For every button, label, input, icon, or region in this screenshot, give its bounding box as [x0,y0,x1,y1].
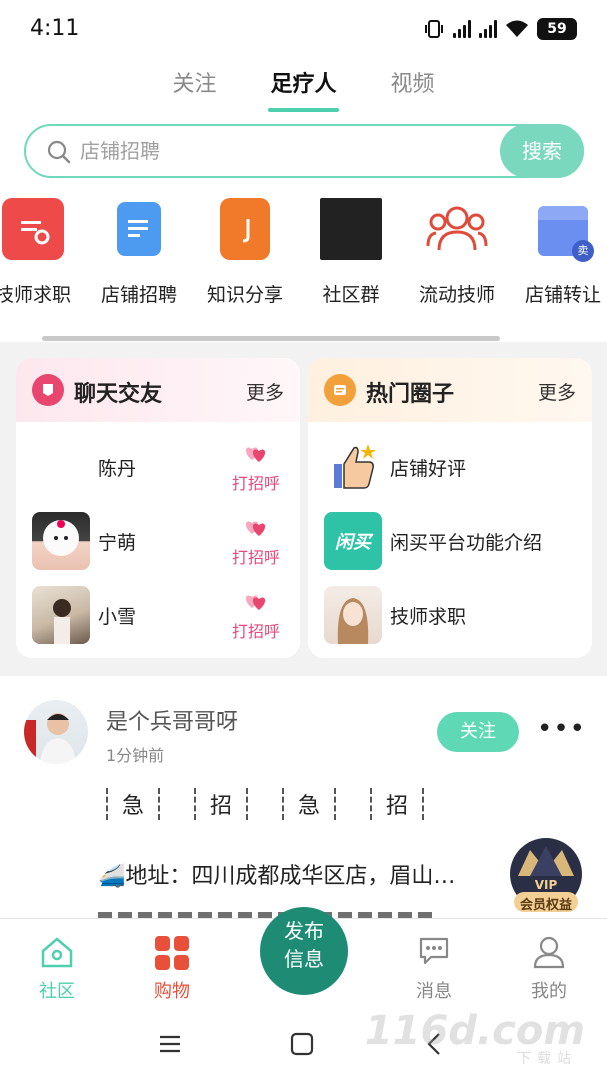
avatar [32,512,90,570]
chat-card-header: 聊天交友 更多 [16,358,300,422]
follow-button[interactable]: 关注 [437,712,519,752]
category-label: 知识分享 [206,284,283,306]
chat-card: 聊天交友 更多 陈丹 打招呼 宁萌 打招呼 小雪 打招呼 [16,358,300,658]
nav-community[interactable]: 社区 [17,935,97,1003]
category-job-seeking[interactable]: 技师求职 [0,198,86,314]
nav-shopping[interactable]: 购物 [132,935,212,1003]
list-item[interactable]: 闲买 闲买平台功能介绍 [308,510,592,572]
user-name: 宁萌 [98,532,137,554]
signal-icon-2 [479,20,497,38]
category-mobile-therapist[interactable]: 流动技师 [404,198,510,314]
hearts-icon [245,595,266,610]
post-tags: 急 招 急 招 [106,788,425,820]
document-icon [117,202,161,256]
chat-icon [32,374,64,406]
category-label: 技师求职 [0,284,71,306]
category-shop-transfer[interactable]: 卖 店铺转让 [510,198,607,314]
search-bar: 搜索 [24,124,584,178]
wifi-icon [506,20,528,37]
list-item[interactable]: 技师求职 [308,584,592,646]
category-knowledge[interactable]: 知识分享 [192,198,298,314]
vip-badge-text: VIP [534,878,558,892]
thumbs-up-icon [324,438,382,496]
bottom-nav: 社区 购物 发布 信息 消息 我的 [0,907,607,1014]
tab-video[interactable]: 视频 [391,68,435,112]
category-shop-recruit[interactable]: 店铺招聘 [86,198,192,314]
more-icon[interactable]: ••• [537,714,586,744]
greet-button[interactable]: 打招呼 [228,516,284,568]
vibrate-icon [425,20,443,38]
tab-follow[interactable]: 关注 [172,68,216,112]
search-icon [47,140,71,164]
signal-icon [453,20,471,38]
resume-search-icon [2,198,64,260]
nav-messages[interactable]: 消息 [394,935,474,1003]
xianmai-logo: 闲买 [324,512,382,570]
circle-card-more-link[interactable]: 更多 [538,378,576,405]
home-square-icon[interactable] [290,1032,314,1056]
category-label: 流动技师 [418,284,495,306]
category-community-group[interactable]: 社区群 [298,198,404,314]
post-tag: 急 [282,788,337,820]
category-label: 店铺招聘 [100,284,177,306]
category-row: 技师求职 店铺招聘 知识分享 社区群 流动技师 卖 店铺转让 [0,198,607,314]
list-item[interactable]: 店铺好评 [308,436,592,498]
circle-name: 技师求职 [390,606,467,628]
circle-name: 店铺好评 [390,458,467,480]
user-icon [533,936,565,969]
post-tag: 招 [194,788,249,820]
home-icon [41,937,73,968]
tab-foot-therapist[interactable]: 足疗人 [268,68,339,112]
book-icon [220,198,270,260]
chat-card-more-link[interactable]: 更多 [246,378,284,405]
greet-button[interactable]: 打招呼 [228,590,284,642]
shop-transfer-icon: 卖 [538,206,594,262]
search-button[interactable]: 搜索 [500,124,584,178]
people-icon [426,198,488,260]
post-time: 1分钟前 [106,746,165,765]
hearts-icon [245,521,266,536]
category-scroll-indicator [42,336,500,341]
list-item[interactable]: 宁萌 打招呼 [16,510,300,572]
vip-benefits-button[interactable]: VIP 会员权益 [508,836,584,916]
category-label: 社区群 [322,284,380,306]
post-tag: 招 [370,788,425,820]
battery-icon: 59 [537,18,577,40]
vip-label: 会员权益 [519,898,572,913]
greet-button[interactable]: 打招呼 [228,442,284,494]
post-username[interactable]: 是个兵哥哥呀 [106,704,238,736]
watermark-sub: 下载站 [517,1051,577,1067]
chat-card-title: 聊天交友 [74,382,163,407]
avatar [324,586,382,644]
status-time: 4:11 [30,16,80,41]
status-bar: 4:11 59 [0,0,607,60]
post-avatar[interactable] [24,700,88,764]
status-icons: 59 [423,18,577,40]
hearts-icon [245,447,266,462]
nav-mine[interactable]: 我的 [509,935,589,1003]
circle-card: 热门圈子 更多 店铺好评 闲买 闲买平台功能介绍 技师求职 [308,358,592,658]
top-tabs: 关注 足疗人 视频 [0,68,607,116]
circle-card-header: 热门圈子 更多 [308,358,592,422]
publish-button[interactable]: 发布 信息 [260,907,348,995]
menu-icon[interactable] [158,1032,182,1056]
user-name: 小雪 [98,606,137,628]
group-photo-icon [320,198,382,260]
list-item[interactable]: 陈丹 打招呼 [16,436,300,498]
category-label: 店铺转让 [524,284,601,306]
avatar [32,586,90,644]
circle-name: 闲买平台功能介绍 [390,532,543,554]
post-tag: 急 [106,788,161,820]
folder-icon [324,374,356,406]
message-icon [419,937,449,965]
user-name: 陈丹 [98,458,137,480]
circle-card-title: 热门圈子 [366,382,455,407]
grid-icon [155,936,189,970]
search-input[interactable] [80,136,460,166]
post-address: 🚄地址：四川成都成华区店，眉山… [98,864,456,889]
list-item[interactable]: 小雪 打招呼 [16,584,300,646]
